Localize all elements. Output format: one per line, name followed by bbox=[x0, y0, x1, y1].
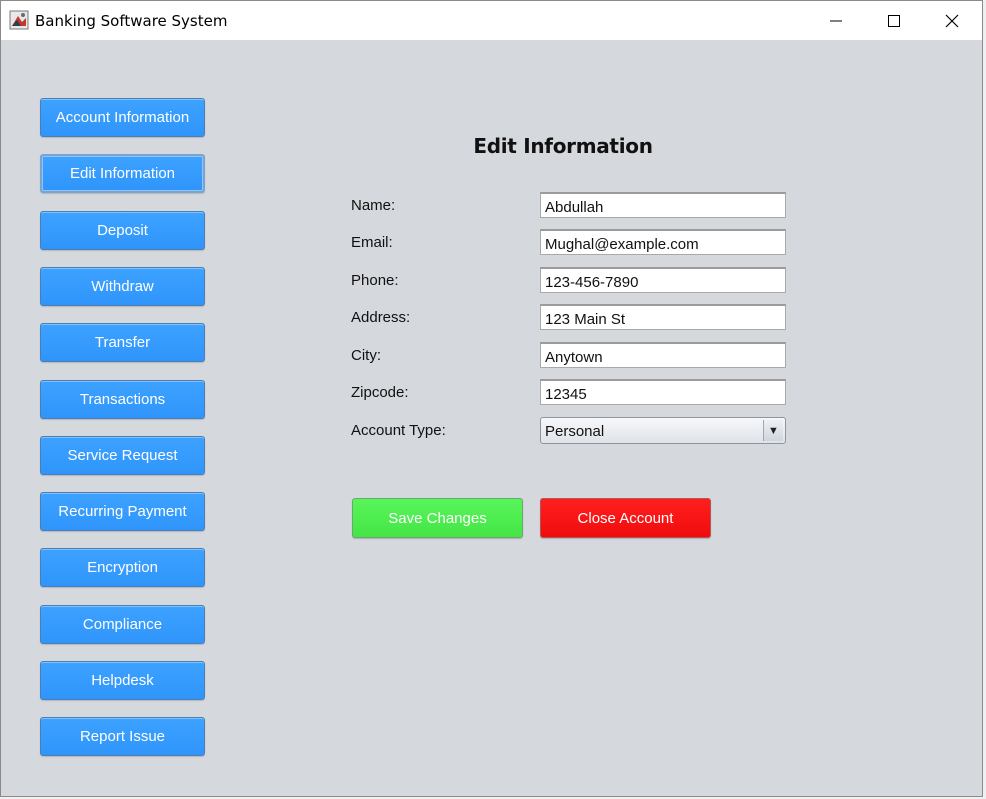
account-type-select[interactable]: Personal ▼ bbox=[540, 417, 786, 444]
account-type-value: Personal bbox=[545, 423, 605, 440]
sidebar-item-recurring-payment[interactable]: Recurring Payment bbox=[40, 492, 205, 531]
maximize-button[interactable] bbox=[865, 1, 923, 40]
sidebar-item-label: Transactions bbox=[79, 391, 166, 408]
main-content: Account Information Edit Information Dep… bbox=[1, 40, 982, 796]
name-label: Name: bbox=[351, 197, 396, 214]
minimize-icon bbox=[830, 15, 842, 27]
sidebar-item-transactions[interactable]: Transactions bbox=[40, 380, 205, 419]
close-window-button[interactable] bbox=[923, 1, 981, 40]
sidebar-item-label: Helpdesk bbox=[91, 672, 154, 689]
sidebar-item-withdraw[interactable]: Withdraw bbox=[40, 267, 205, 306]
minimize-button[interactable] bbox=[807, 1, 865, 40]
sidebar-item-label: Account Information bbox=[55, 109, 190, 126]
zipcode-field[interactable] bbox=[540, 379, 786, 405]
phone-label: Phone: bbox=[351, 272, 399, 289]
phone-field[interactable] bbox=[540, 267, 786, 293]
sidebar-item-report-issue[interactable]: Report Issue bbox=[40, 717, 205, 756]
sidebar-item-label: Recurring Payment bbox=[58, 503, 187, 520]
java-app-icon bbox=[9, 10, 29, 30]
address-label: Address: bbox=[351, 309, 411, 326]
sidebar-item-deposit[interactable]: Deposit bbox=[40, 211, 205, 250]
sidebar-item-label: Edit Information bbox=[69, 165, 176, 182]
title-bar[interactable]: Banking Software System bbox=[1, 1, 982, 40]
email-label: Email: bbox=[351, 234, 393, 251]
sidebar-item-label: Encryption bbox=[87, 559, 158, 576]
page-title: Edit Information bbox=[473, 134, 653, 158]
save-changes-label: Save Changes bbox=[388, 509, 487, 527]
address-field[interactable] bbox=[540, 304, 786, 330]
sidebar-item-label: Transfer bbox=[94, 334, 151, 351]
maximize-icon bbox=[888, 14, 900, 27]
window-title: Banking Software System bbox=[35, 12, 228, 30]
sidebar-item-encryption[interactable]: Encryption bbox=[40, 548, 205, 587]
name-field[interactable] bbox=[540, 192, 786, 218]
sidebar-item-label: Compliance bbox=[82, 616, 163, 633]
zipcode-label: Zipcode: bbox=[351, 384, 409, 401]
close-account-button[interactable]: Close Account bbox=[540, 498, 711, 538]
close-icon bbox=[945, 14, 959, 28]
sidebar-item-label: Service Request bbox=[67, 447, 178, 464]
dropdown-arrow-icon[interactable]: ▼ bbox=[763, 420, 783, 441]
close-account-label: Close Account bbox=[577, 509, 674, 527]
sidebar-item-account-information[interactable]: Account Information bbox=[40, 98, 205, 137]
app-window: Banking Software System Account Informat… bbox=[0, 0, 983, 797]
city-field[interactable] bbox=[540, 342, 786, 368]
sidebar-item-label: Deposit bbox=[97, 222, 148, 239]
sidebar-item-helpdesk[interactable]: Helpdesk bbox=[40, 661, 205, 700]
account-type-label: Account Type: bbox=[351, 422, 446, 439]
sidebar-item-service-request[interactable]: Service Request bbox=[40, 436, 205, 475]
sidebar-item-edit-information[interactable]: Edit Information bbox=[40, 154, 205, 193]
city-label: City: bbox=[351, 347, 381, 364]
sidebar-item-compliance[interactable]: Compliance bbox=[40, 605, 205, 644]
sidebar-item-transfer[interactable]: Transfer bbox=[40, 323, 205, 362]
email-field[interactable] bbox=[540, 229, 786, 255]
sidebar-item-label: Withdraw bbox=[91, 278, 154, 295]
save-changes-button[interactable]: Save Changes bbox=[352, 498, 523, 538]
sidebar-item-label: Report Issue bbox=[79, 728, 166, 745]
